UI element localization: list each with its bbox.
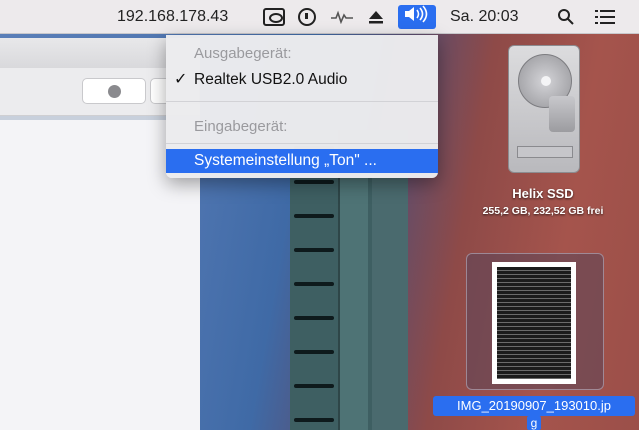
download-icon xyxy=(108,85,121,98)
clock-icon[interactable] xyxy=(296,7,318,27)
activity-icon[interactable] xyxy=(330,7,354,27)
menu-divider xyxy=(166,143,438,144)
eject-icon[interactable] xyxy=(366,7,386,27)
menu-divider xyxy=(166,101,438,102)
ip-address[interactable]: 192.168.178.43 xyxy=(117,0,228,34)
volume-icon[interactable] xyxy=(398,5,436,29)
image-file-icon[interactable] xyxy=(466,253,604,390)
clock-time[interactable]: Sa. 20:03 xyxy=(450,0,519,34)
menu-bar: 192.168.178.43 Sa. 20:03 xyxy=(0,0,639,34)
image-file-name[interactable]: IMG_20190907_193010.jp xyxy=(433,396,635,416)
sound-settings-item[interactable]: Systemeinstellung „Ton" ... xyxy=(166,149,438,173)
display-icon[interactable] xyxy=(262,7,286,27)
drive-name[interactable]: Helix SSD xyxy=(470,186,616,201)
list-icon[interactable] xyxy=(594,7,616,27)
output-header: Ausgabegerät: xyxy=(194,45,292,62)
hard-drive-icon[interactable] xyxy=(508,45,580,175)
image-thumbnail xyxy=(492,262,576,384)
image-file-name-cont[interactable]: g xyxy=(527,416,541,430)
volume-menu: Ausgabegerät: ✓ Realtek USB2.0 Audio Ein… xyxy=(166,35,438,178)
output-device-item[interactable]: ✓ Realtek USB2.0 Audio xyxy=(166,68,438,92)
search-icon[interactable] xyxy=(556,7,576,27)
drive-info: 255,2 GB, 232,52 GB frei xyxy=(482,205,604,217)
checkmark-icon: ✓ xyxy=(174,71,188,88)
download-button[interactable] xyxy=(82,78,146,104)
input-header: Eingabegerät: xyxy=(194,118,288,135)
output-device-label: Realtek USB2.0 Audio xyxy=(194,71,348,88)
